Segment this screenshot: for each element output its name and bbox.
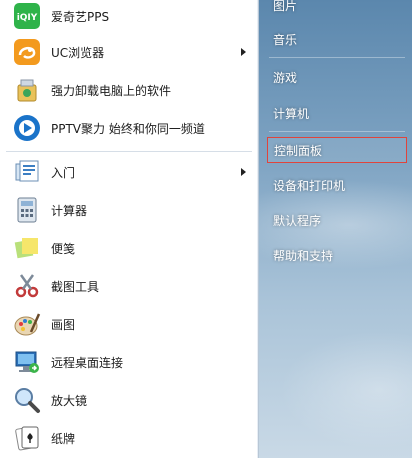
menu-item-label: 计算器 [51, 203, 88, 218]
svg-text:iQIY: iQIY [17, 13, 38, 23]
sticky-notes-icon [12, 233, 42, 263]
menu-item-remote-desktop[interactable]: 远程桌面连接 [8, 344, 250, 380]
submenu-arrow-icon [241, 168, 246, 176]
iqiyi-icon: iQIY [12, 1, 42, 31]
magnifier-icon [12, 385, 42, 415]
places-separator [269, 131, 405, 132]
uc-browser-icon [12, 37, 42, 67]
menu-item-getting-started[interactable]: 入门 [8, 154, 250, 190]
places-item-default-programs[interactable]: 默认程序 [267, 207, 407, 233]
menu-item-label: 纸牌 [51, 431, 76, 446]
snipping-tool-icon [12, 271, 42, 301]
menu-item-label: 画图 [51, 317, 76, 332]
places-item-music[interactable]: 音乐 [267, 26, 407, 52]
menu-item-uc-browser[interactable]: UC浏览器 [8, 34, 250, 70]
places-item-computer[interactable]: 计算机 [267, 100, 407, 126]
menu-item-label: 放大镜 [51, 393, 88, 408]
menu-item-label: 截图工具 [51, 279, 100, 294]
submenu-arrow-icon [241, 48, 246, 56]
solitaire-icon [12, 423, 42, 453]
menu-item-magnifier[interactable]: 放大镜 [8, 382, 250, 418]
places-item-games[interactable]: 游戏 [267, 64, 407, 90]
menu-item-label: UC浏览器 [51, 45, 105, 60]
menu-item-sticky-notes[interactable]: 便笺 [8, 230, 250, 266]
menu-item-solitaire[interactable]: 纸牌 [8, 420, 250, 456]
menu-item-pptv[interactable]: PPTV聚力 始终和你同一频道 [8, 110, 250, 146]
start-menu-places-pane: 图片 音乐 游戏 计算机 控制面板 设备和打印机 默认程序 帮助和支持 [259, 0, 412, 458]
menu-item-label: 入门 [51, 165, 76, 180]
menu-item-uninstall[interactable]: 强力卸载电脑上的软件 [8, 72, 250, 108]
menu-item-label: 强力卸载电脑上的软件 [51, 83, 172, 98]
places-separator [269, 57, 405, 58]
menu-item-label: PPTV聚力 始终和你同一频道 [51, 121, 205, 136]
menu-item-label: 爱奇艺PPS [51, 9, 110, 24]
places-item-pictures[interactable]: 图片 [267, 0, 407, 18]
menu-item-paint[interactable]: 画图 [8, 306, 250, 342]
start-menu-programs-pane: iQIY 爱奇艺PPS UC浏览器 强力卸载电脑上的软件 PPTV聚力 始终和你… [0, 0, 259, 458]
places-item-devices-printers[interactable]: 设备和打印机 [267, 172, 407, 198]
remote-desktop-icon [12, 347, 42, 377]
uninstall-icon [12, 75, 42, 105]
paint-icon [12, 309, 42, 339]
places-item-help-support[interactable]: 帮助和支持 [267, 242, 407, 268]
pptv-icon [12, 113, 42, 143]
calculator-icon [12, 195, 42, 225]
menu-item-snipping-tool[interactable]: 截图工具 [8, 268, 250, 304]
menu-item-iqiyi[interactable]: iQIY 爱奇艺PPS [8, 0, 250, 34]
menu-item-label: 便笺 [51, 241, 76, 256]
menu-separator [6, 151, 252, 152]
menu-item-label: 远程桌面连接 [51, 355, 124, 370]
menu-item-calculator[interactable]: 计算器 [8, 192, 250, 228]
getting-started-icon [12, 157, 42, 187]
places-item-control-panel[interactable]: 控制面板 [267, 137, 407, 163]
